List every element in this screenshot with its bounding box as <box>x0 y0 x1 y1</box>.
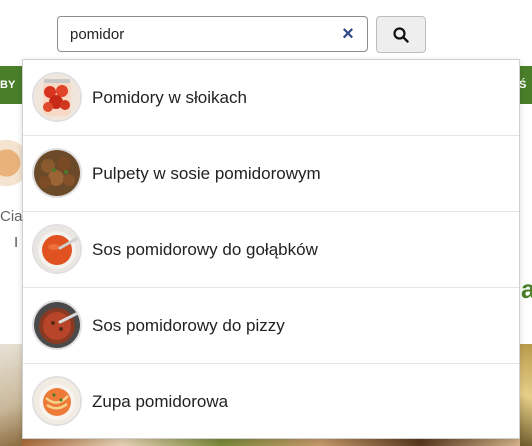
search-suggestions-dropdown: Pomidory w słoikach Pulpety w sosie pomi… <box>22 59 520 439</box>
suggestion-label: Pulpety w sosie pomidorowym <box>92 164 321 183</box>
search-icon <box>393 27 409 43</box>
tomato-sauce-bowl-thumbnail <box>32 224 82 274</box>
nav-bar-fragment-right: Ś <box>519 66 532 104</box>
search-box: × <box>57 16 368 52</box>
recipe-card-image-fragment <box>0 128 22 198</box>
pizza-sauce-bowl-thumbnail <box>32 300 82 350</box>
recipe-card-subtitle-fragment: I <box>14 234 19 251</box>
section-heading-fragment: a <box>521 274 532 302</box>
suggestion-item[interactable]: Pomidory w słoikach <box>23 60 519 136</box>
suggestion-item[interactable]: Zupa pomidorowa <box>23 364 519 440</box>
suggestion-item[interactable]: Sos pomidorowy do pizzy <box>23 288 519 364</box>
suggestion-label: Zupa pomidorowa <box>92 392 229 411</box>
suggestion-label: Sos pomidorowy do pizzy <box>92 316 285 335</box>
suggestion-item[interactable]: Sos pomidorowy do gołąbków <box>23 212 519 288</box>
suggestion-label: Pomidory w słoikach <box>92 88 247 107</box>
photo-fragment-right <box>519 344 532 446</box>
tomatoes-in-jar-thumbnail <box>32 72 82 122</box>
nav-bar-fragment-left: BY <box>0 66 22 104</box>
suggestion-item[interactable]: Pulpety w sosie pomidorowym <box>23 136 519 212</box>
recipe-card-title-fragment: Cia <box>0 208 22 225</box>
search-button[interactable] <box>376 16 426 53</box>
tomato-soup-thumbnail <box>32 376 82 426</box>
meatballs-in-sauce-thumbnail <box>32 148 82 198</box>
clear-search-icon[interactable]: × <box>339 24 357 44</box>
photo-fragment-left <box>0 344 22 446</box>
suggestion-label: Sos pomidorowy do gołąbków <box>92 240 318 259</box>
search-input[interactable] <box>58 17 340 51</box>
